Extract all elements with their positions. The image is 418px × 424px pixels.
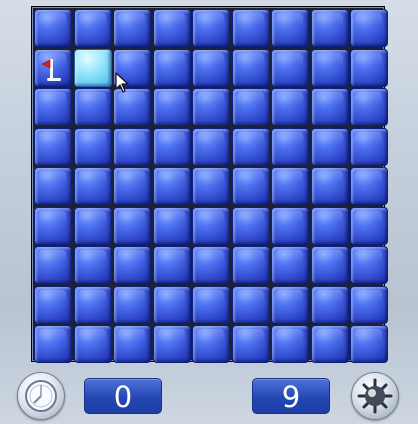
- mine-cell[interactable]: [73, 48, 112, 87]
- mine-cell[interactable]: [113, 285, 151, 324]
- mine-cell[interactable]: [350, 167, 388, 205]
- mine-cell[interactable]: [271, 285, 309, 324]
- mine-cell[interactable]: [350, 285, 388, 324]
- mine-cell[interactable]: [73, 246, 112, 284]
- mine-cell[interactable]: [192, 325, 230, 363]
- mine-cell[interactable]: [34, 285, 72, 324]
- timer-counter: 0: [84, 378, 162, 414]
- mine-cell[interactable]: [310, 88, 349, 126]
- mine-cell[interactable]: [310, 127, 349, 166]
- mine-cell[interactable]: [310, 285, 349, 324]
- stopwatch-icon: [17, 372, 65, 420]
- mine-cell[interactable]: [231, 9, 270, 47]
- mine-cell[interactable]: [113, 127, 151, 166]
- mine-cell[interactable]: [73, 167, 112, 205]
- mine-cell[interactable]: [152, 246, 191, 284]
- mine-cell[interactable]: [310, 167, 349, 205]
- mine-cell[interactable]: [113, 9, 151, 47]
- mine-cell[interactable]: [34, 206, 72, 245]
- mine-cell[interactable]: [231, 88, 270, 126]
- mine-cell[interactable]: [192, 127, 230, 166]
- mine-cell[interactable]: [350, 88, 388, 126]
- mine-cell[interactable]: [73, 127, 112, 166]
- mine-cell[interactable]: [310, 246, 349, 284]
- mine-cell[interactable]: [192, 9, 230, 47]
- mine-cell[interactable]: [192, 88, 230, 126]
- mouse-pointer-icon: [115, 72, 129, 93]
- minefield-grid: [34, 9, 388, 363]
- mine-cell[interactable]: [152, 167, 191, 205]
- mine-cell[interactable]: [231, 206, 270, 245]
- mine-cell[interactable]: [231, 325, 270, 363]
- mine-cell[interactable]: [192, 48, 230, 87]
- mine-icon: [351, 372, 399, 420]
- mine-cell[interactable]: [231, 127, 270, 166]
- mine-cell[interactable]: [231, 48, 270, 87]
- mine-cell[interactable]: [271, 9, 309, 47]
- mine-cell[interactable]: [73, 206, 112, 245]
- mine-cell[interactable]: [350, 9, 388, 47]
- mine-cell[interactable]: [152, 325, 191, 363]
- mine-cell[interactable]: [34, 325, 72, 363]
- mine-cell[interactable]: [271, 325, 309, 363]
- mine-cell[interactable]: [34, 9, 72, 47]
- mine-counter: 9: [252, 378, 330, 414]
- mine-cell[interactable]: [350, 246, 388, 284]
- mine-cell[interactable]: [310, 9, 349, 47]
- mine-cell[interactable]: [350, 48, 388, 87]
- mine-cell[interactable]: [152, 127, 191, 166]
- mine-cell[interactable]: [271, 88, 309, 126]
- mine-cell[interactable]: [73, 9, 112, 47]
- mine-cell[interactable]: [113, 167, 151, 205]
- mine-cell[interactable]: [350, 127, 388, 166]
- flag-icon: [41, 58, 61, 81]
- mine-cell[interactable]: [350, 206, 388, 245]
- mine-cell[interactable]: [350, 325, 388, 363]
- mine-cell[interactable]: [152, 206, 191, 245]
- mine-cell[interactable]: [271, 48, 309, 87]
- mine-cell[interactable]: [34, 127, 72, 166]
- mine-cell[interactable]: [310, 325, 349, 363]
- mine-cell[interactable]: [113, 325, 151, 363]
- mine-cell[interactable]: [152, 88, 191, 126]
- mine-cell[interactable]: [34, 48, 72, 87]
- minefield-frame: [31, 6, 388, 363]
- mine-cell[interactable]: [271, 246, 309, 284]
- mine-cell[interactable]: [192, 246, 230, 284]
- mine-cell[interactable]: [34, 167, 72, 205]
- mine-cell[interactable]: [310, 206, 349, 245]
- mine-cell[interactable]: [73, 325, 112, 363]
- mine-cell[interactable]: [34, 88, 72, 126]
- mine-cell[interactable]: [231, 246, 270, 284]
- mine-cell[interactable]: [231, 285, 270, 324]
- mine-cell[interactable]: [271, 167, 309, 205]
- mine-cell[interactable]: [34, 246, 72, 284]
- mine-cell[interactable]: [231, 167, 270, 205]
- mine-cell[interactable]: [152, 9, 191, 47]
- mine-cell[interactable]: [271, 127, 309, 166]
- mine-cell[interactable]: [73, 285, 112, 324]
- mine-cell[interactable]: [73, 88, 112, 126]
- mine-cell[interactable]: [310, 48, 349, 87]
- mine-cell[interactable]: [152, 285, 191, 324]
- mine-cell[interactable]: [192, 206, 230, 245]
- mine-cell[interactable]: [113, 206, 151, 245]
- mine-cell[interactable]: [113, 246, 151, 284]
- mine-cell[interactable]: [192, 167, 230, 205]
- mine-cell[interactable]: [271, 206, 309, 245]
- mine-cell[interactable]: [152, 48, 191, 87]
- mine-cell[interactable]: [192, 285, 230, 324]
